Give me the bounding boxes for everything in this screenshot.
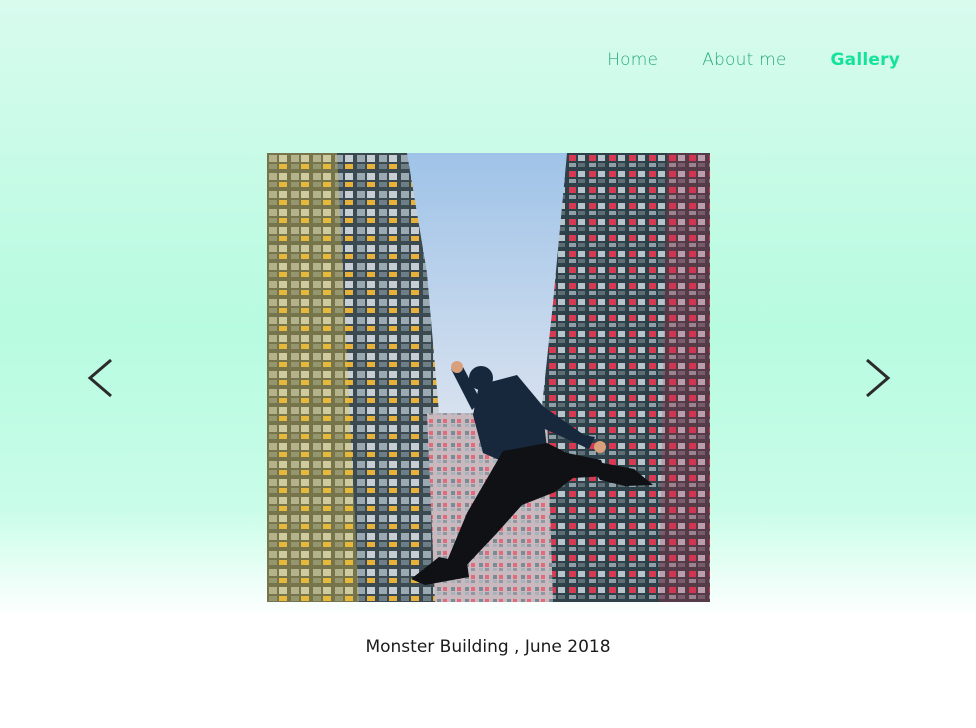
gallery-photo (267, 153, 710, 602)
main-nav: Home About me Gallery (607, 50, 900, 70)
next-image-button[interactable] (855, 356, 899, 400)
nav-home-link[interactable]: Home (607, 50, 658, 70)
photo-caption: Monster Building , June 2018 (365, 637, 611, 657)
photo-illustration (267, 153, 710, 602)
chevron-right-icon (866, 358, 891, 398)
previous-image-button[interactable] (80, 356, 124, 400)
chevron-left-icon (87, 358, 112, 398)
nav-gallery-link[interactable]: Gallery (831, 50, 900, 70)
nav-about-me-link[interactable]: About me (702, 50, 786, 70)
